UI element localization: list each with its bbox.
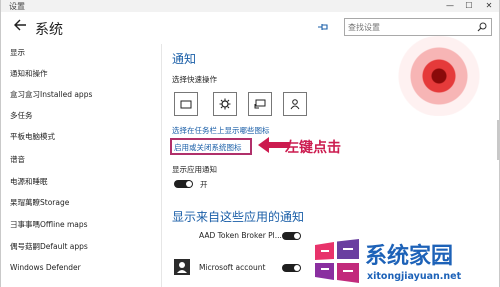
sidebar: 显示 通知和操作 盒习盒习Installed apps 多任务 平板电脑模式 谱… [1,44,159,287]
sidebar-item-notifications[interactable]: 通知和操作 [10,68,48,79]
back-arrow-icon[interactable] [13,18,27,32]
quick-action-settings[interactable] [213,92,237,116]
tablet-icon [180,100,192,109]
settings-window: 设置 — ☐ ✕ 系统 显示 通知和操作 盒习盒习Installed apps … [0,0,500,287]
decorative-swirl [391,36,487,116]
taskbar-icons-link[interactable]: 选择在任务栏上显示哪些图标 [172,125,270,136]
page-title: 系统 [35,22,63,38]
window-title: 设置 [9,2,25,11]
maximize-button[interactable]: ☐ [460,0,478,12]
search-box[interactable] [344,18,492,36]
watermark: 系统家园 xitongjiayuan.net [313,238,499,287]
apps-heading: 显示来自这些应用的通知 [172,210,305,224]
quick-action-tablet[interactable] [174,92,198,116]
watermark-url: xitongjiayuan.net [367,271,462,282]
account-app-icon [174,259,190,275]
show-app-notifications-toggle[interactable] [174,180,193,188]
show-app-notifications-label: 显示应用通知 [172,165,217,174]
sidebar-item-offline-maps[interactable]: 彐事事嗎Offline maps [10,219,88,230]
sidebar-item-sound[interactable]: 谱音 [10,154,25,165]
connect-icon [254,99,266,109]
quick-action-connect[interactable] [248,92,272,116]
scrollbar[interactable] [497,120,499,160]
sidebar-item-power-sleep[interactable]: 电源和睡眠 [10,176,48,187]
sidebar-item-multitasking[interactable]: 多任务 [10,110,33,121]
sidebar-item-windows-defender[interactable]: Windows Defender [10,263,81,272]
search-input[interactable] [348,20,468,34]
settings-icon [219,98,231,110]
close-button[interactable]: ✕ [480,0,498,12]
aad-app-icon [174,227,190,243]
app-name-microsoft-account: Microsoft account [199,263,266,272]
user-icon [290,99,300,110]
quick-action-user[interactable] [283,92,307,116]
sidebar-item-default-apps[interactable]: 偶号菇嗣Default apps [10,241,88,252]
search-icon[interactable] [477,22,487,32]
quick-actions-label: 选择快速操作 [172,75,217,84]
sidebar-item-storage[interactable]: 杲瑁萬瞭Storage [10,197,69,208]
minimize-button[interactable]: — [441,0,459,12]
toggle-state-label: 开 [200,180,208,189]
notifications-heading: 通知 [172,52,197,66]
sidebar-item-installed-apps[interactable]: 盒习盒习Installed apps [10,89,92,100]
watermark-logo-icon [315,239,359,283]
app-toggle-aad[interactable] [282,232,301,240]
sidebar-item-display[interactable]: 显示 [10,47,25,58]
app-toggle-microsoft-account[interactable] [282,264,301,272]
pin-icon[interactable] [317,22,329,32]
callout-text: 左键点击 [285,140,341,156]
app-name-aad: AAD Token Broker Pl... [199,231,282,240]
sidebar-item-tablet-mode[interactable]: 平板电脑模式 [10,131,55,142]
watermark-text: 系统家园 [365,244,454,269]
system-icons-link[interactable]: 启用或关闭系统图标 [174,142,242,153]
